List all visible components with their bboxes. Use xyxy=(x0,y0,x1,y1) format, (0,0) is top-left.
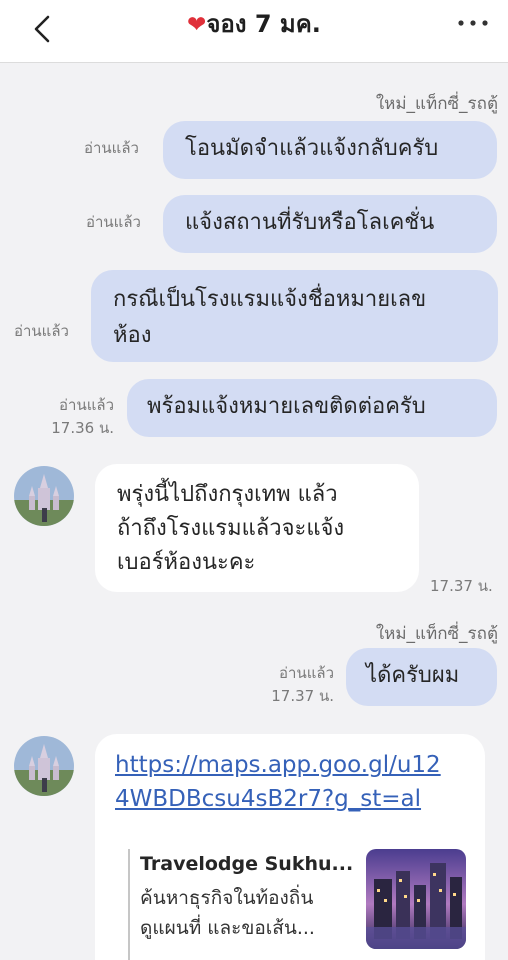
message-text-line: ถ้าถึงโรงแรมแล้วจะแจ้ง xyxy=(117,516,345,541)
castle-avatar-image xyxy=(14,736,74,796)
contact-avatar[interactable] xyxy=(14,736,74,796)
map-link-line[interactable]: 4WBDBcsu4sB2r7?g_st=al xyxy=(115,782,485,816)
map-link-line[interactable]: https://maps.app.goo.gl/u12 xyxy=(115,748,485,782)
message-time: 17.36 น. xyxy=(51,419,114,437)
castle-avatar-image xyxy=(14,466,74,526)
preview-thumbnail xyxy=(366,849,466,949)
outgoing-message[interactable]: กรณีเป็นโรงแรมแจ้งชื่อหมายเลข ห้อง xyxy=(91,270,498,362)
read-receipt: อ่านแล้ว 17.37 น. xyxy=(262,662,334,708)
message-text: ได้ครับผม xyxy=(366,663,460,688)
chat-title: ❤จอง 7 มค. xyxy=(0,10,508,39)
sender-name: ใหม่_แท็กซี่_รถตู้ xyxy=(375,624,498,644)
outgoing-message[interactable]: โอนมัดจำแล้วแจ้งกลับครับ xyxy=(163,121,497,179)
heart-icon: ❤ xyxy=(187,12,207,38)
message-text-line: ห้อง xyxy=(113,323,152,348)
read-label: อ่านแล้ว xyxy=(279,664,334,682)
outgoing-message[interactable]: แจ้งสถานที่รับหรือโลเคชั่น xyxy=(163,195,497,253)
outgoing-message[interactable]: ได้ครับผม xyxy=(346,648,497,706)
message-text-line: เบอร์ห้องนะคะ xyxy=(117,550,256,575)
message-time: 17.37 น. xyxy=(430,577,493,595)
read-label: อ่านแล้ว xyxy=(59,396,114,414)
message-text: พร้อมแจ้งหมายเลขติดต่อครับ xyxy=(147,394,426,419)
sender-name: ใหม่_แท็กซี่_รถตู้ xyxy=(375,94,498,114)
preview-desc-line: ค้นหาธุรกิจในท้องถิ่น xyxy=(140,887,314,909)
message-time: 17.37 น. xyxy=(271,687,334,705)
preview-desc-line: ดูแผนที่ และขอเส้น... xyxy=(140,917,315,939)
preview-title: Travelodge Sukhu... xyxy=(140,853,354,875)
outgoing-message[interactable]: พร้อมแจ้งหมายเลขติดต่อครับ xyxy=(127,379,497,437)
message-text-line: พรุ่งนี้ไปถึงกรุงเทพ แล้ว xyxy=(117,482,338,507)
chat-title-text: จอง 7 มค. xyxy=(206,10,321,38)
message-text: โอนมัดจำแล้วแจ้งกลับครับ xyxy=(185,136,439,161)
read-receipt: อ่านแล้ว xyxy=(14,322,69,340)
read-receipt: อ่านแล้ว xyxy=(86,213,141,231)
incoming-message[interactable]: พรุ่งนี้ไปถึงกรุงเทพ แล้ว ถ้าถึงโรงแรมแล… xyxy=(95,464,419,592)
chat-header: ❤จอง 7 มค. xyxy=(0,0,508,63)
contact-avatar[interactable] xyxy=(14,466,74,526)
preview-description: ค้นหาธุรกิจในท้องถิ่น ดูแผนที่ และขอเส้น… xyxy=(140,883,354,943)
read-receipt: อ่านแล้ว xyxy=(84,139,139,157)
message-text-line: กรณีเป็นโรงแรมแจ้งชื่อหมายเลข xyxy=(113,287,427,312)
link-preview-card[interactable]: Travelodge Sukhu... ค้นหาธุรกิจในท้องถิ่… xyxy=(128,849,476,960)
more-options-icon[interactable] xyxy=(455,17,491,29)
hotel-thumbnail-image xyxy=(366,849,466,949)
read-receipt: อ่านแล้ว 17.36 น. xyxy=(42,394,114,440)
message-text: แจ้งสถานที่รับหรือโลเคชั่น xyxy=(185,210,435,235)
